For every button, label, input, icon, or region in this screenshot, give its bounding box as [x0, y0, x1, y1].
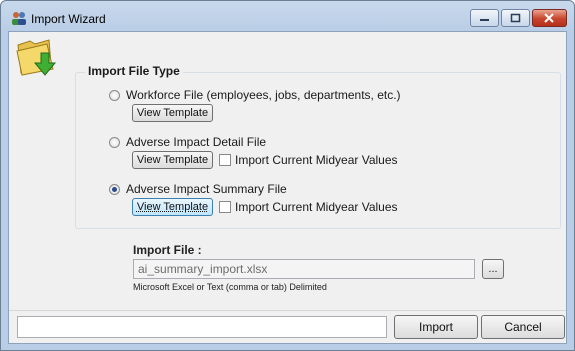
dialog-body: Import File Type Workforce File (employe… — [8, 31, 567, 344]
radio-label: Workforce File (employees, jobs, departm… — [126, 88, 401, 102]
radio-label: Adverse Impact Summary File — [126, 182, 287, 196]
footer-divider — [9, 310, 566, 311]
checkbox-midyear-detail[interactable]: Import Current Midyear Values — [219, 153, 398, 167]
maximize-icon — [510, 13, 521, 23]
checkbox-label: Import Current Midyear Values — [235, 200, 398, 214]
close-button[interactable] — [532, 9, 567, 27]
window-title: Import Wizard — [31, 12, 106, 26]
browse-button[interactable]: ... — [482, 259, 504, 279]
radio-workforce-file[interactable]: Workforce File (employees, jobs, departm… — [109, 88, 401, 102]
people-icon — [12, 12, 26, 25]
folder-download-icon — [16, 39, 57, 76]
view-template-button-detail[interactable]: View Template — [132, 151, 213, 169]
radio-label: Adverse Impact Detail File — [126, 135, 267, 149]
radio-adverse-impact-detail[interactable]: Adverse Impact Detail File — [109, 135, 266, 149]
radio-button[interactable] — [109, 89, 120, 101]
minimize-button[interactable] — [470, 9, 499, 27]
import-file-path-field[interactable]: ai_summary_import.xlsx — [133, 259, 475, 279]
minimize-icon — [480, 19, 489, 21]
view-template-button-workforce[interactable]: View Template — [132, 104, 213, 122]
checkbox[interactable] — [219, 154, 231, 166]
maximize-button[interactable] — [501, 9, 530, 27]
checkbox-midyear-summary[interactable]: Import Current Midyear Values — [219, 200, 398, 214]
import-wizard-window: Import Wizard Import File Type Workforce… — [0, 0, 575, 351]
radio-button[interactable] — [109, 136, 120, 148]
view-template-button-summary[interactable]: View Template — [132, 198, 213, 216]
import-file-label: Import File : — [133, 243, 202, 257]
checkbox-label: Import Current Midyear Values — [235, 153, 398, 167]
radio-button[interactable] — [109, 183, 120, 195]
file-type-hint: Microsoft Excel or Text (comma or tab) D… — [133, 282, 327, 292]
title-bar[interactable]: Import Wizard — [1, 1, 574, 33]
checkbox[interactable] — [219, 201, 231, 213]
radio-adverse-impact-summary[interactable]: Adverse Impact Summary File — [109, 182, 287, 196]
import-button[interactable]: Import — [394, 315, 478, 339]
status-field — [17, 316, 387, 338]
close-icon — [544, 13, 554, 23]
group-title: Import File Type — [85, 64, 183, 78]
cancel-button[interactable]: Cancel — [481, 315, 565, 339]
